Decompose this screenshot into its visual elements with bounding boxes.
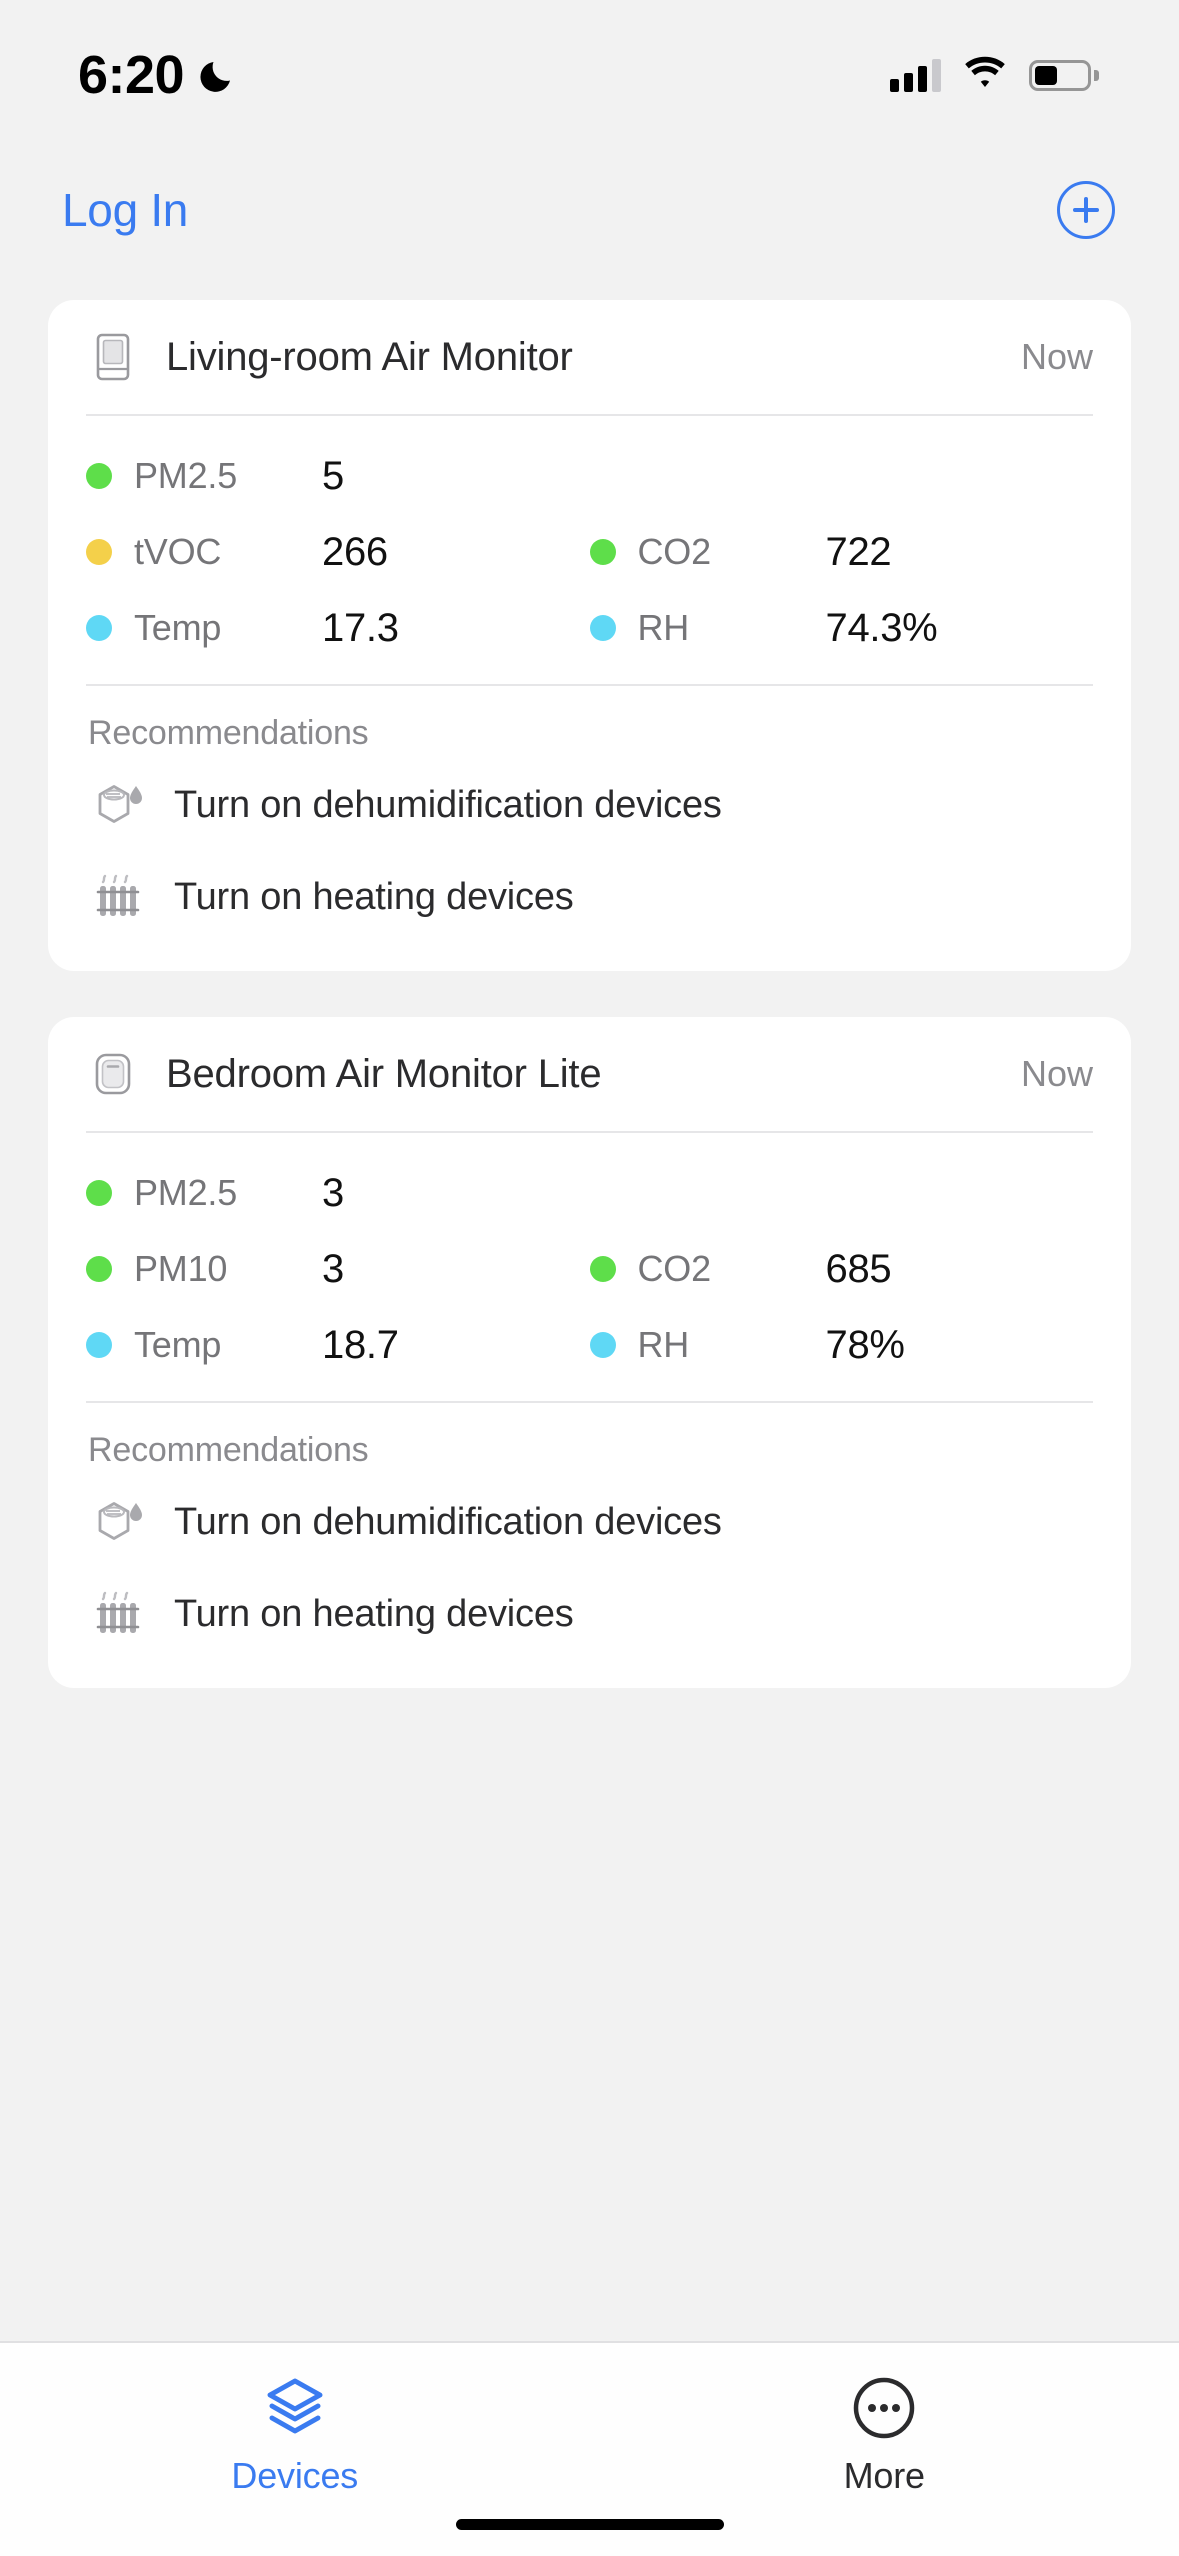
recommendation-text: Turn on dehumidification devices (174, 1500, 722, 1543)
metrics-row: PM2.5 5 (86, 438, 1093, 514)
metric-item: RH 74.3% (589, 605, 1094, 651)
recommendation-item[interactable]: Turn on heating devices (86, 851, 1093, 943)
dehumidifier-icon (86, 774, 148, 836)
metric-value: 18.7 (322, 1322, 399, 1367)
metrics-row: Temp 17.3 RH 74.3% (86, 590, 1093, 666)
battery-icon (1029, 59, 1099, 91)
recommendations-title: Recommendations (88, 1431, 369, 1469)
metrics-row: PM2.5 3 (86, 1155, 1093, 1231)
metric-label: CO2 (637, 1248, 712, 1289)
metric-item: Temp 18.7 (86, 1323, 590, 1368)
metric-item: CO2 722 (589, 529, 1094, 575)
home-indicator (455, 2519, 724, 2530)
add-device-button[interactable] (1057, 181, 1115, 239)
dehumidifier-icon (86, 1491, 148, 1553)
metric-value: 266 (322, 529, 388, 574)
metrics-row: tVOC 266 CO2 722 (86, 514, 1093, 590)
metric-label: RH (637, 1324, 690, 1365)
metric-value: 17.3 (322, 605, 399, 650)
metric-item: PM2.5 5 (86, 454, 590, 499)
status-dot (86, 615, 112, 641)
metric-label: CO2 (637, 531, 712, 572)
status-dot (86, 1332, 112, 1358)
metric-label: tVOC (134, 531, 222, 572)
metric-item: Temp 17.3 (86, 606, 590, 651)
recommendation-item[interactable]: Turn on heating devices (86, 1568, 1093, 1660)
status-dot (589, 615, 616, 641)
navigation-bar: Log In (0, 150, 1179, 270)
metric-value: 722 (825, 529, 892, 574)
metrics-grid: PM2.5 5 tVOC 266 CO2 722 Temp 17.3 RH 74… (86, 416, 1093, 684)
status-dot (589, 539, 616, 565)
metric-value: 74.3% (825, 605, 938, 650)
metric-label: Temp (134, 607, 222, 648)
metric-item: RH 78% (589, 1322, 1094, 1368)
recommendation-item[interactable]: Turn on dehumidification devices (86, 759, 1093, 851)
device-timestamp: Now (1020, 336, 1093, 377)
metrics-grid: PM2.5 3 PM10 3 CO2 685 Temp 18.7 RH 78% (86, 1133, 1093, 1401)
metric-value: 685 (825, 1246, 892, 1291)
metrics-row: PM10 3 CO2 685 (86, 1231, 1093, 1307)
radiator-icon (86, 866, 148, 928)
device-card[interactable]: Living-room Air Monitor Now PM2.5 5 tVOC… (48, 300, 1131, 971)
device-timestamp: Now (1020, 1053, 1093, 1094)
login-button[interactable]: Log In (62, 183, 188, 237)
recommendation-text: Turn on heating devices (174, 875, 574, 918)
air-monitor-lite-icon (86, 1047, 140, 1101)
tab-devices-label: Devices (231, 2455, 359, 2496)
device-card-header: Living-room Air Monitor Now (86, 300, 1093, 414)
device-list: Living-room Air Monitor Now PM2.5 5 tVOC… (0, 270, 1179, 1688)
device-card[interactable]: Bedroom Air Monitor Lite Now PM2.5 3 PM1… (48, 1017, 1131, 1688)
metric-label: PM2.5 (134, 1172, 238, 1213)
recommendation-item[interactable]: Turn on dehumidification devices (86, 1476, 1093, 1568)
status-bar-right (890, 56, 1099, 95)
metric-label: RH (637, 607, 690, 648)
status-bar-clock: 6:20 (78, 45, 185, 105)
status-dot (86, 1180, 112, 1206)
metric-item: PM10 3 (86, 1247, 590, 1292)
air-monitor-icon (86, 330, 140, 384)
status-dot (86, 539, 112, 565)
radiator-icon (86, 1583, 148, 1645)
metric-item: CO2 685 (589, 1246, 1094, 1292)
metric-value: 3 (322, 1170, 344, 1215)
device-name: Bedroom Air Monitor Lite (166, 1051, 602, 1096)
recommendation-text: Turn on dehumidification devices (174, 783, 722, 826)
recommendation-text: Turn on heating devices (174, 1592, 574, 1635)
wifi-icon (963, 56, 1007, 95)
metric-value: 78% (825, 1322, 905, 1367)
ellipsis-circle-icon (851, 2375, 917, 2441)
device-name: Living-room Air Monitor (166, 334, 573, 379)
status-bar: 6:20 (0, 0, 1179, 150)
cellular-signal-icon (890, 58, 941, 92)
moon-icon (198, 54, 240, 96)
device-card-header: Bedroom Air Monitor Lite Now (86, 1017, 1093, 1131)
metric-label: Temp (134, 1324, 222, 1365)
status-dot (589, 1256, 616, 1282)
metric-label: PM10 (134, 1248, 228, 1289)
metric-value: 3 (322, 1246, 344, 1291)
metric-value: 5 (322, 453, 344, 498)
tab-bar: Devices More (0, 2341, 1179, 2556)
metric-item: PM2.5 3 (86, 1171, 590, 1216)
tab-more-label: More (843, 2455, 925, 2496)
status-bar-left: 6:20 (78, 44, 240, 106)
status-dot (86, 463, 112, 489)
recommendations-title: Recommendations (88, 714, 369, 752)
layers-icon (262, 2375, 328, 2441)
status-dot (589, 1332, 616, 1358)
metrics-row: Temp 18.7 RH 78% (86, 1307, 1093, 1383)
status-dot (86, 1256, 112, 1282)
metric-label: PM2.5 (134, 455, 238, 496)
metric-item: tVOC 266 (86, 530, 590, 575)
